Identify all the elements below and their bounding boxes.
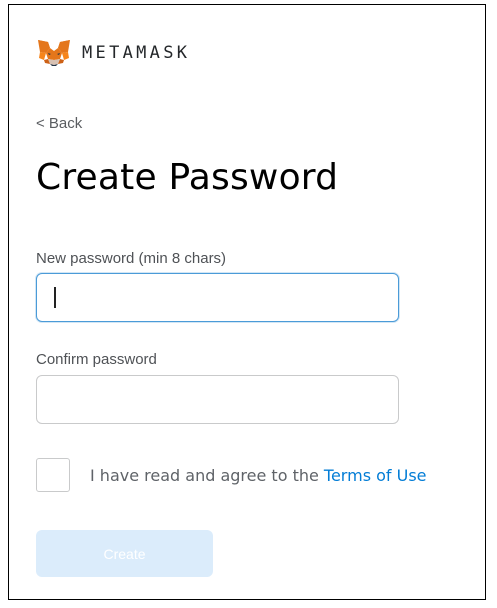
new-password-label: New password (min 8 chars) xyxy=(36,250,227,267)
brand-header: METAMASK xyxy=(36,36,190,70)
back-link[interactable]: < Back xyxy=(36,115,82,132)
new-password-input[interactable] xyxy=(36,273,399,322)
brand-wordmark: METAMASK xyxy=(82,43,191,63)
terms-of-use-link[interactable]: Terms of Use xyxy=(324,466,427,485)
text-cursor xyxy=(54,287,56,308)
create-button[interactable]: Create xyxy=(36,530,213,577)
create-password-page: METAMASK < Back Create Password New pass… xyxy=(8,4,486,600)
terms-checkbox[interactable] xyxy=(36,458,70,492)
confirm-password-input[interactable] xyxy=(36,375,399,424)
terms-prefix: I have read and agree to the xyxy=(90,465,324,485)
terms-text: I have read and agree to the Terms of Us… xyxy=(90,466,427,485)
terms-row: I have read and agree to the Terms of Us… xyxy=(36,458,427,492)
metamask-fox-icon xyxy=(38,40,70,66)
page-title: Create Password xyxy=(36,157,339,198)
confirm-password-label: Confirm password xyxy=(36,351,157,368)
